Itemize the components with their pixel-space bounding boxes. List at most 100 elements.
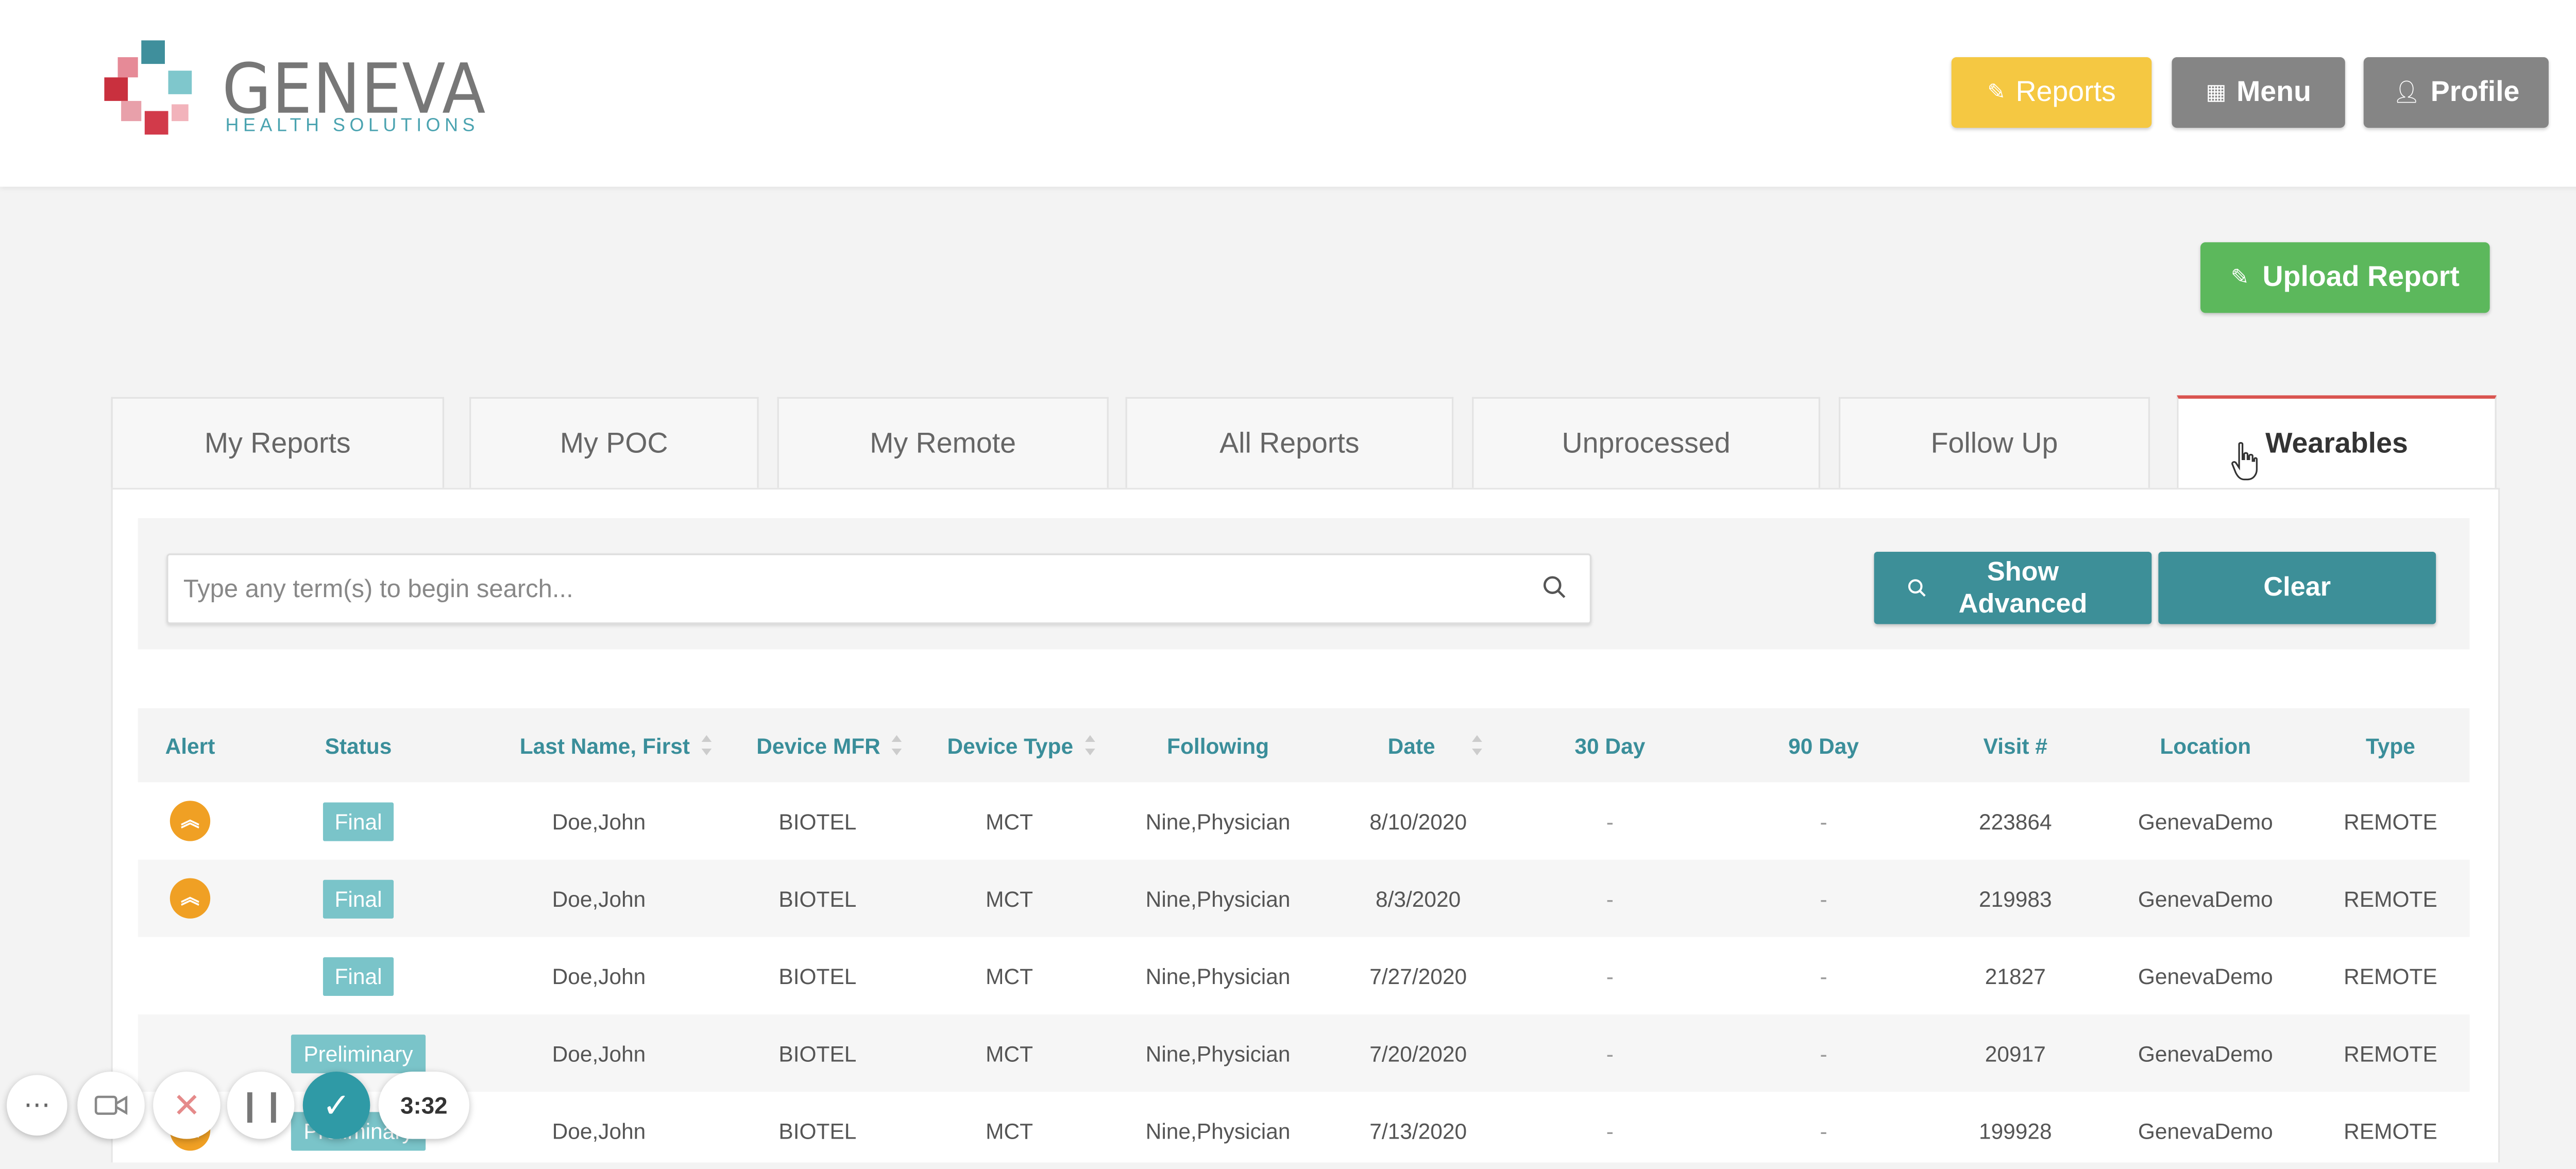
cell-30-day: - — [1534, 937, 1686, 1014]
column-header-location[interactable]: Location — [2122, 708, 2290, 783]
cell-device-mfr: BIOTEL — [737, 860, 898, 937]
reports-button-label: Reports — [2015, 75, 2116, 108]
cell-following: Nine,Physician — [1117, 1092, 1319, 1169]
cell-90-day: - — [1748, 782, 1900, 859]
cell-name: Doe,John — [498, 860, 700, 937]
clear-button[interactable]: Clear — [2158, 552, 2436, 624]
sort-icon[interactable] — [1472, 735, 1483, 756]
cell-device-type-text: MCT — [986, 808, 1033, 834]
cell-location: GenevaDemo — [2122, 1014, 2290, 1092]
cell-device-type: MCT — [928, 860, 1090, 937]
menu-button-label: Menu — [2236, 75, 2312, 108]
column-header-name[interactable]: Last Name, First — [498, 708, 734, 783]
cell-following-text: Nine,Physician — [1145, 1040, 1291, 1066]
finish-recording-button[interactable]: ✓ — [302, 1071, 370, 1139]
cell-following-text: Nine,Physician — [1145, 963, 1291, 989]
column-label: Device Type — [947, 733, 1074, 758]
table-row[interactable]: ︽ Final Doe,John BIOTEL MCT Nine,Physician 8/3… — [138, 859, 2470, 937]
cell-type-text: REMOTE — [2344, 1040, 2437, 1066]
cell-location-text: GenevaDemo — [2138, 1117, 2273, 1143]
upload-report-button[interactable]: ✎ Upload Report — [2200, 242, 2490, 313]
tab-my-reports[interactable]: My Reports — [111, 397, 445, 488]
table-row[interactable]: ︽PreliminaryDoe,JohnBIOTELMCTNine,Physic… — [138, 1092, 2470, 1169]
column-header-alert[interactable]: Alert — [138, 708, 242, 783]
table-row[interactable]: Final Doe,John BIOTEL MCT Nine,Physician 7/27… — [138, 937, 2470, 1014]
column-label: Status — [325, 733, 392, 758]
tab-label: My POC — [560, 426, 668, 459]
cell-device-mfr: BIOTEL — [737, 1092, 898, 1169]
cell-device-mfr: BIOTEL — [737, 1014, 898, 1092]
search-field[interactable] — [166, 553, 1591, 624]
cell-date-text: 8/10/2020 — [1369, 808, 1467, 834]
hand-cursor-icon — [2231, 442, 2258, 481]
cell-date-text: 8/3/2020 — [1375, 886, 1461, 911]
column-header-device-mfr[interactable]: Device MFR — [737, 708, 922, 783]
cell-date: 7/13/2020 — [1343, 1092, 1494, 1169]
tab-my-remote[interactable]: My Remote — [777, 397, 1109, 488]
column-header-type[interactable]: Type — [2323, 708, 2458, 783]
search-input[interactable] — [168, 555, 1513, 623]
menu-button[interactable]: ▦ Menu — [2172, 57, 2345, 128]
column-header-following[interactable]: Following — [1117, 708, 1319, 783]
cell-device-mfr-text: BIOTEL — [778, 808, 857, 834]
column-header-status[interactable]: Status — [283, 708, 434, 783]
cell-type-text: REMOTE — [2344, 886, 2437, 911]
cell-90-day: - — [1748, 1092, 1900, 1169]
cell-device-mfr-text: BIOTEL — [778, 963, 857, 989]
cell-type: REMOTE — [2323, 860, 2458, 937]
cell-device-type: MCT — [928, 1092, 1090, 1169]
more-options-button[interactable]: ⋯ — [7, 1075, 67, 1136]
cell-location-text: GenevaDemo — [2138, 886, 2273, 911]
grid-icon: ▦ — [2206, 79, 2227, 105]
cell-following: Nine,Physician — [1117, 782, 1319, 859]
camera-toggle-button[interactable] — [77, 1071, 145, 1139]
column-header-date[interactable]: Date — [1343, 708, 1528, 783]
cell-30-day: - — [1534, 860, 1686, 937]
cell-status: Final — [283, 937, 434, 1014]
cell-location: GenevaDemo — [2122, 860, 2290, 937]
cell-device-type-text: MCT — [986, 1117, 1033, 1143]
column-header-visit[interactable]: Visit # — [1940, 708, 2091, 783]
cell-name-text: Doe,John — [552, 1040, 646, 1066]
cell-following-text: Nine,Physician — [1145, 1117, 1291, 1143]
table-row[interactable]: Preliminary Doe,John BIOTEL MCT Nine,Physici… — [138, 1014, 2470, 1092]
tab-my-poc[interactable]: My POC — [469, 397, 759, 488]
tab-unprocessed[interactable]: Unprocessed — [1472, 397, 1821, 488]
column-header-90-day[interactable]: 90 Day — [1748, 708, 1900, 783]
pause-recording-button[interactable]: ❙❙ — [227, 1071, 295, 1139]
cell-location: GenevaDemo — [2122, 937, 2290, 1014]
tab-label: Unprocessed — [1562, 426, 1731, 459]
cell-visit: 21827 — [1940, 937, 2091, 1014]
cell-90-day-text: - — [1820, 886, 1827, 911]
cell-device-type-text: MCT — [986, 886, 1033, 911]
profile-button[interactable]: 👤︎ Profile — [2363, 57, 2549, 128]
column-header-30-day[interactable]: 30 Day — [1534, 708, 1686, 783]
geneva-logo[interactable]: GENEVA HEALTH SOLUTIONS — [104, 40, 508, 141]
table-row[interactable]: ︽ Final Doe,John BIOTEL MCT Nine,Physician 8/1… — [138, 782, 2470, 859]
tab-follow-up[interactable]: Follow Up — [1838, 397, 2150, 488]
cell-location: GenevaDemo — [2122, 782, 2290, 859]
column-label: Following — [1167, 733, 1269, 758]
cell-visit-text: 20917 — [1985, 1040, 2046, 1066]
tab-all-reports[interactable]: All Reports — [1125, 397, 1454, 488]
reports-button[interactable]: ✎ Reports — [1951, 57, 2152, 128]
top-header: GENEVA HEALTH SOLUTIONS ✎ Reports ▦ Menu… — [0, 0, 2576, 187]
alert-escalate-icon[interactable]: ︽ — [170, 801, 211, 841]
cell-visit: 20917 — [1940, 1014, 2091, 1092]
cell-alert — [138, 937, 242, 1014]
show-advanced-button[interactable]: Show Advanced — [1874, 552, 2152, 624]
search-icon[interactable] — [1543, 575, 1566, 599]
sort-icon[interactable] — [892, 735, 903, 756]
cell-name-text: Doe,John — [552, 963, 646, 989]
cell-date: 7/27/2020 — [1343, 937, 1494, 1014]
cancel-recording-button[interactable]: ✕ — [153, 1071, 221, 1139]
cell-30-day-text: - — [1606, 1040, 1614, 1066]
status-badge: Final — [323, 801, 394, 841]
column-header-device-type[interactable]: Device Type — [928, 708, 1113, 783]
alert-escalate-icon[interactable]: ︽ — [170, 878, 211, 919]
cell-device-type: MCT — [928, 937, 1090, 1014]
sort-icon[interactable] — [701, 735, 712, 756]
status-badge: Final — [323, 956, 394, 995]
tab-wearables[interactable]: Wearables — [2177, 395, 2497, 490]
sort-icon[interactable] — [1084, 735, 1095, 756]
